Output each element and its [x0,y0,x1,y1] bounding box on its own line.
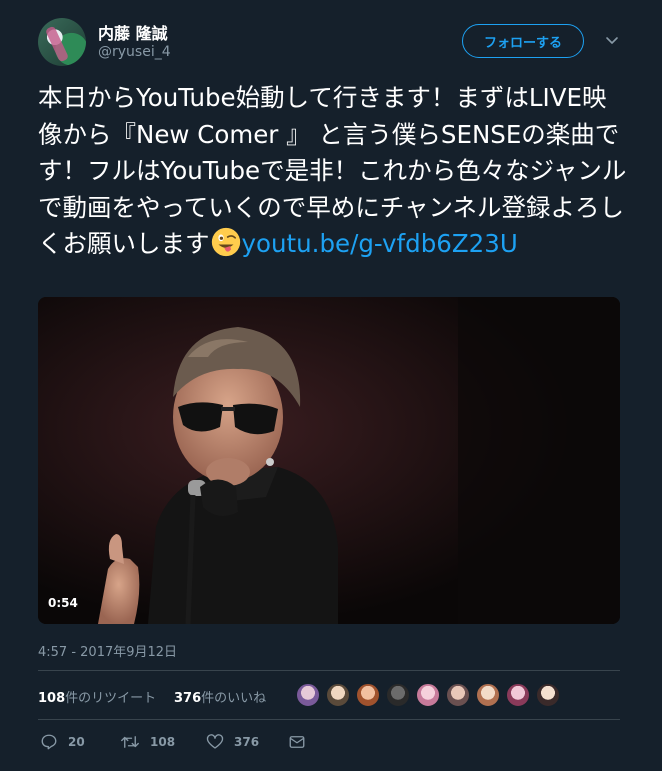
tweet-text: 本日からYouTube始動して行きます！まずはLIVE映像から『New Come… [38,80,628,263]
liker-avatar[interactable] [446,683,470,707]
retweets-stat[interactable]: 108件のリツイート [38,687,156,706]
chevron-down-icon[interactable] [604,32,620,48]
follow-button[interactable]: フォローする [462,24,584,58]
winking-tongue-emoji-icon [211,227,240,257]
retweet-button[interactable]: 108 [120,730,175,754]
display-name[interactable]: 内藤 隆誠 [98,20,168,44]
retweets-label: 件のリツイート [65,691,157,706]
tweet-link[interactable]: youtu.be/g-vfdb6Z23U [242,229,518,258]
tweet-timestamp[interactable]: 4:57 - 2017年9月12日 [38,641,177,660]
reply-count: 20 [68,735,85,749]
like-button[interactable]: 376 [206,730,259,754]
divider-bottom [38,719,620,720]
user-handle[interactable]: @ryusei_4 [98,44,171,60]
retweet-icon [121,736,139,748]
reply-button[interactable]: 20 [40,730,85,754]
engagement-stats: 108件のリツイート 376件のいいね [38,671,620,719]
direct-message-button[interactable] [288,730,316,754]
likes-count: 376 [174,691,202,706]
tweet-header: 内藤 隆誠 @ryusei_4 フォローする [38,14,628,70]
video-frame [38,297,620,624]
retweet-count: 108 [150,735,176,749]
liker-avatar[interactable] [386,683,410,707]
liker-avatar[interactable] [536,683,560,707]
liker-avatar[interactable] [416,683,440,707]
like-count: 376 [234,735,260,749]
liker-avatar[interactable] [356,683,380,707]
liker-avatar[interactable] [476,683,500,707]
heart-icon [206,734,224,749]
tweet-actions: 20 108 376 [38,730,338,754]
mail-icon [289,736,305,748]
liker-avatar[interactable] [296,683,320,707]
likes-stat[interactable]: 376件のいいね [174,687,266,706]
reply-icon [41,734,57,750]
video-player[interactable]: 0:54 [38,297,620,624]
retweets-count: 108 [38,691,66,706]
video-duration: 0:54 [48,596,78,610]
likes-label: 件のいいね [201,691,267,706]
liker-avatar[interactable] [506,683,530,707]
liker-avatar[interactable] [326,683,350,707]
avatar[interactable] [38,18,86,66]
